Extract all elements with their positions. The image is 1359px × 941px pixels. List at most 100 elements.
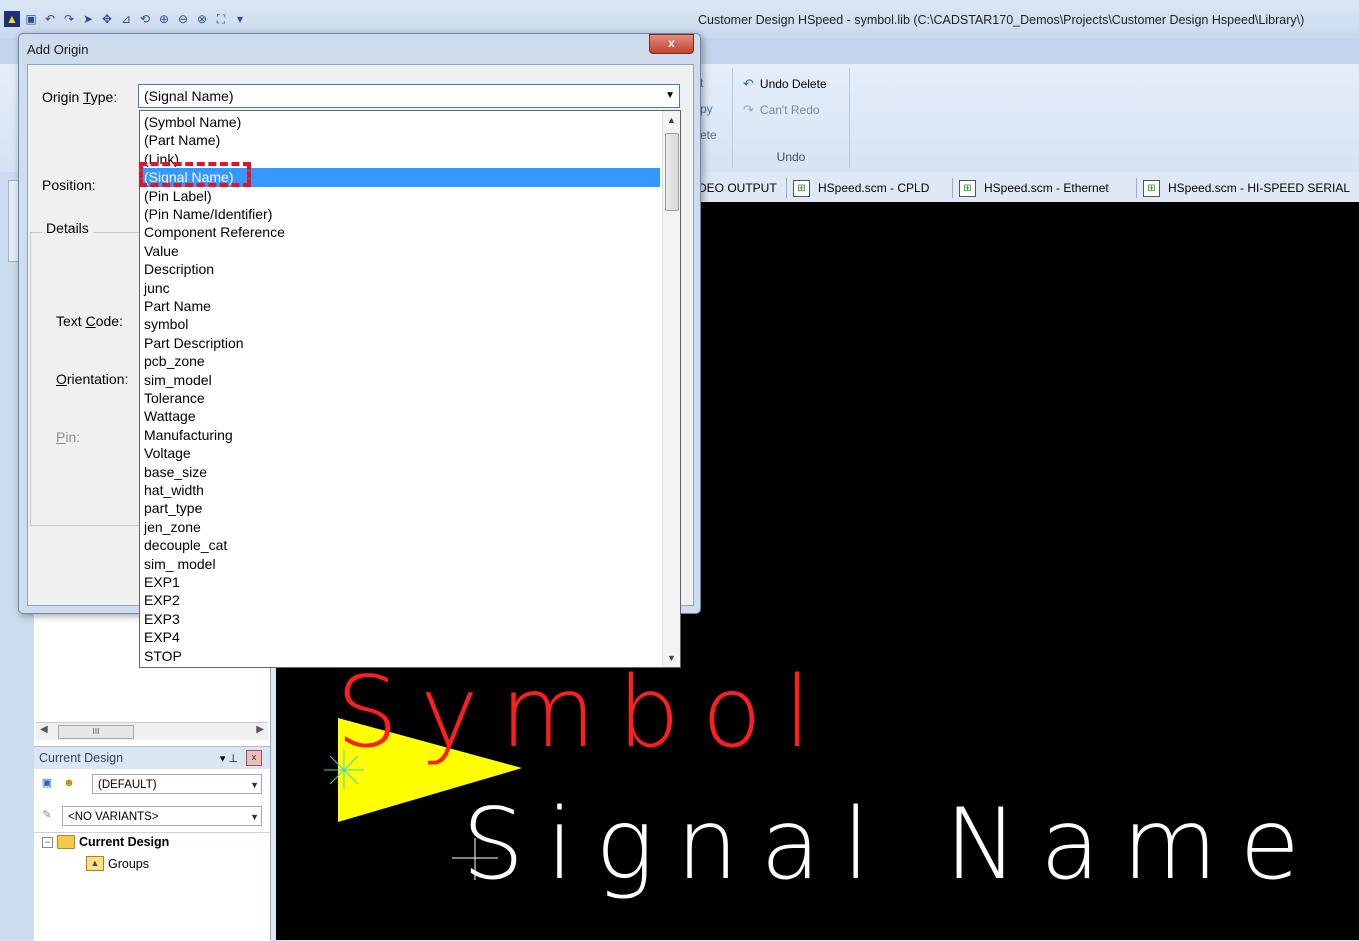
tab-video-output[interactable]: DEO OUTPUT: [692, 178, 783, 198]
dropdown-option[interactable]: symbol: [140, 315, 660, 333]
dropdown-option[interactable]: Description: [140, 260, 660, 278]
dropdown-option[interactable]: junc: [140, 279, 660, 297]
default-variant-icon: ☻: [63, 777, 75, 789]
tab-hi-speed-serial[interactable]: ⊞ HSpeed.scm - HI-SPEED SERIAL: [1136, 178, 1356, 198]
select-icon[interactable]: ➤: [80, 11, 96, 27]
save-icon[interactable]: ▣: [23, 11, 39, 27]
orientation-label: Orientation:: [56, 371, 129, 387]
scroll-thumb[interactable]: [665, 133, 679, 211]
signal-name-text[interactable]: Signal Name: [462, 796, 1322, 894]
dropdown-option[interactable]: sim_model: [140, 371, 660, 389]
tree-item-label: Current Design: [79, 835, 170, 849]
redo-button[interactable]: ↷ Can't Redo: [743, 102, 820, 118]
chevron-down-icon: ▼: [250, 780, 259, 790]
redo-icon: ↷: [743, 102, 754, 117]
pin-icon[interactable]: ▾ ⊥: [220, 752, 238, 765]
origin-type-dropdown-list[interactable]: STOP EXP4 EXP3 EXP2 EXP1 sim_ model decouple_c…: [139, 110, 681, 668]
dropdown-option[interactable]: (Part Name): [140, 131, 660, 149]
dropdown-option[interactable]: Value: [140, 242, 660, 260]
rotate-icon[interactable]: ⟲: [137, 11, 153, 27]
collapse-icon[interactable]: −: [42, 836, 53, 848]
schematic-icon: ⊞: [1143, 179, 1160, 197]
scroll-up-icon[interactable]: ▲: [667, 115, 676, 125]
dropdown-option[interactable]: EXP3: [140, 610, 660, 628]
dropdown-option[interactable]: pcb_zone: [140, 352, 660, 370]
schematic-icon: ⊞: [793, 179, 810, 197]
dropdown-option[interactable]: Wattage: [140, 407, 660, 425]
dropdown-option[interactable]: Manufacturing: [140, 426, 660, 444]
zoom-area-icon[interactable]: ⊗: [194, 11, 210, 27]
tree-item-current-design[interactable]: − Current Design: [42, 835, 169, 849]
folder-icon: [57, 835, 75, 849]
tab-label: DEO OUTPUT: [698, 181, 777, 195]
zoom-fit-icon[interactable]: ⛶: [213, 11, 229, 27]
dropdown-option[interactable]: (Symbol Name): [140, 113, 660, 131]
move-icon[interactable]: ✥: [99, 11, 115, 27]
measure-icon[interactable]: ⊿: [118, 11, 134, 27]
dropdown-option[interactable]: sim_ model: [140, 555, 660, 573]
zoom-out-icon[interactable]: ⊖: [175, 11, 191, 27]
variants-combo-value: <NO VARIANTS>: [68, 811, 159, 823]
dropdown-option[interactable]: Part Name: [140, 297, 660, 315]
variants-combo[interactable]: <NO VARIANTS> ▼: [62, 806, 262, 826]
undo-delete-button[interactable]: ↶ Undo Delete: [743, 76, 827, 92]
zoom-in-icon[interactable]: ⊕: [156, 11, 172, 27]
undo-icon[interactable]: ↶: [42, 11, 58, 27]
app-logo-icon[interactable]: ▲: [4, 11, 20, 27]
undo-group-label: Undo: [776, 150, 806, 164]
origin-type-label: Origin Type:: [42, 89, 118, 105]
tab-ethernet[interactable]: ⊞ HSpeed.scm - Ethernet: [952, 178, 1115, 198]
tab-label: HSpeed.scm - Ethernet: [984, 181, 1109, 195]
dropdown-option[interactable]: Part Description: [140, 334, 660, 352]
scroll-right-icon[interactable]: ▶: [256, 724, 264, 735]
dropdown-option[interactable]: decouple_cat: [140, 536, 660, 554]
design-tree: − Current Design ▲ Groups: [34, 832, 270, 941]
quick-access-toolbar: ▲ ▣ ↶ ↷ ➤ ✥ ⊿ ⟲ ⊕ ⊖ ⊗ ⛶ ▾: [4, 8, 248, 30]
chevron-down-icon: ▼: [250, 812, 259, 822]
dropdown-option[interactable]: jen_zone: [140, 518, 660, 536]
undo-group: ↶ Undo Delete ↷ Can't Redo Undo: [732, 68, 850, 168]
tab-cpld[interactable]: ⊞ HSpeed.scm - CPLD: [786, 178, 935, 198]
undo-delete-label: Undo Delete: [759, 77, 827, 91]
scroll-down-icon[interactable]: ▼: [667, 653, 676, 663]
undo-icon: ↶: [743, 76, 754, 91]
dropdown-option[interactable]: (Pin Name/Identifier): [140, 205, 660, 223]
variant-combo[interactable]: (DEFAULT) ▼: [92, 774, 262, 794]
redo-icon[interactable]: ↷: [61, 11, 77, 27]
dropdown-option[interactable]: (Pin Label): [140, 187, 660, 205]
ribbon-fragment: ete: [700, 128, 717, 142]
dropdown-option[interactable]: base_size: [140, 463, 660, 481]
symbol-text[interactable]: Symbol: [336, 664, 833, 762]
pin-label: Pin:: [56, 429, 81, 445]
scroll-thumb[interactable]: III: [58, 725, 134, 739]
origin-type-combo[interactable]: (Signal Name) ▼: [138, 84, 680, 108]
variants-icon: ✎: [42, 809, 52, 821]
dropdown-option[interactable]: EXP2: [140, 591, 660, 609]
position-label: Position:: [42, 177, 96, 193]
origin-type-value: (Signal Name): [144, 88, 234, 104]
close-icon[interactable]: x: [246, 750, 262, 766]
horizontal-scrollbar[interactable]: ◀ III ▶: [36, 722, 268, 740]
scroll-left-icon[interactable]: ◀: [40, 724, 48, 735]
schematic-icon: ⊞: [959, 179, 976, 197]
close-button[interactable]: x: [649, 34, 694, 54]
text-code-label: Text Code:: [56, 313, 123, 329]
dropdown-option[interactable]: Tolerance: [140, 389, 660, 407]
tree-item-label: Groups: [108, 856, 149, 871]
customize-icon[interactable]: ▾: [232, 11, 248, 27]
tab-label: HSpeed.scm - CPLD: [818, 181, 930, 195]
dropdown-option[interactable]: Voltage: [140, 444, 660, 462]
chevron-down-icon[interactable]: ▼: [665, 90, 675, 101]
redo-label: Can't Redo: [759, 103, 820, 117]
dropdown-option[interactable]: part_type: [140, 499, 660, 517]
dropdown-option[interactable]: STOP: [140, 647, 660, 665]
dropdown-option[interactable]: EXP1: [140, 573, 660, 591]
dropdown-option[interactable]: Component Reference: [140, 223, 660, 241]
dropdown-option[interactable]: hat_width: [140, 481, 660, 499]
tree-item-groups[interactable]: ▲ Groups: [86, 856, 149, 871]
variant-combo-value: (DEFAULT): [98, 779, 157, 791]
list-scrollbar[interactable]: ▲ ▼: [662, 111, 680, 667]
dropdown-option[interactable]: EXP4: [140, 628, 660, 646]
annotation-highlight-box: [139, 162, 251, 187]
dialog-title: Add Origin: [27, 42, 89, 57]
